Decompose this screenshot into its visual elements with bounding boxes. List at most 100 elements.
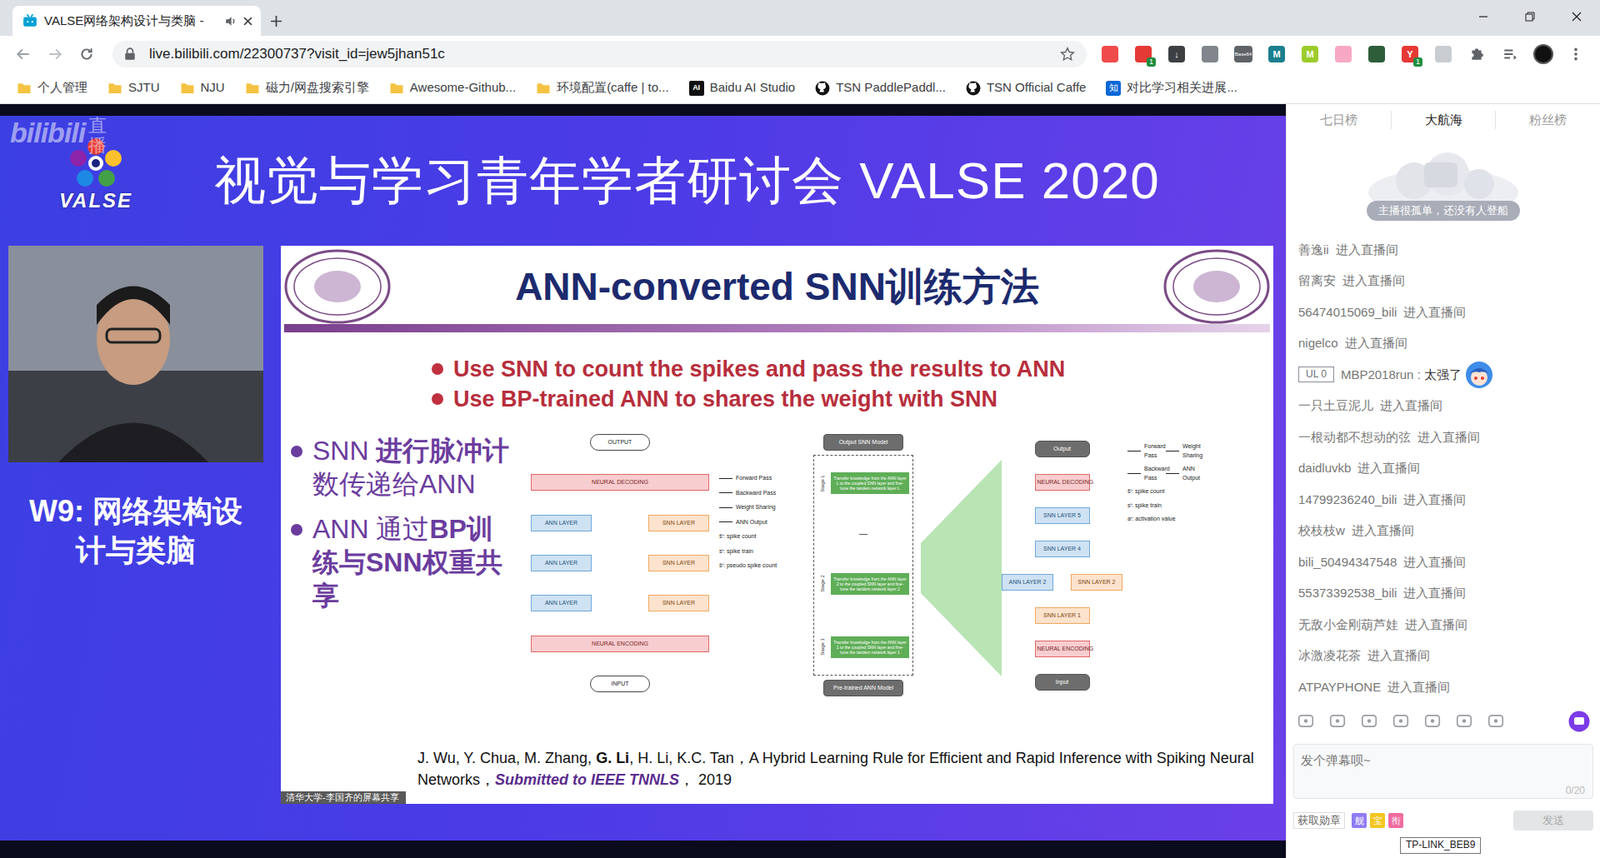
user-name[interactable]: 一根动都不想动的弦 (1298, 428, 1411, 448)
stage-box: Transfer knowledge from the ANN layer 2 … (830, 573, 910, 596)
star-icon[interactable] (1060, 46, 1075, 62)
diagram-node: Output (1035, 440, 1090, 458)
bookmark[interactable]: 磁力/网盘搜索引擎 (245, 78, 370, 98)
bookmark-label: TSN PaddlePaddl... (835, 78, 946, 98)
user-name[interactable]: 校枝枝w (1298, 521, 1345, 541)
watermark-label: 直播 (88, 115, 107, 156)
chat-toolbar (1286, 702, 1600, 741)
chat-message: 无敌小金刚葫芦娃进入直播间 (1286, 609, 1600, 641)
fan-badge[interactable]: 衔 (1388, 813, 1404, 829)
rank-tab[interactable]: 七日榜 (1286, 110, 1391, 130)
close-tab-icon[interactable] (243, 16, 253, 26)
bookmark[interactable]: 环境配置(caffe | to... (535, 78, 670, 98)
extension-button[interactable] (1460, 40, 1494, 69)
diagram-row: INPUT (530, 675, 710, 693)
edit-icon[interactable] (1455, 712, 1474, 731)
emoji-icon[interactable] (1296, 712, 1315, 731)
tooltip: TP-LINK_BEB9 (1400, 837, 1481, 855)
gift-icon[interactable] (1360, 712, 1379, 731)
user-name[interactable]: 56474015069_bili (1298, 303, 1397, 323)
extension-button[interactable]: Y1 (1393, 40, 1427, 69)
fan-badge[interactable]: 宝 (1370, 813, 1385, 829)
back-icon[interactable] (7, 40, 40, 69)
user-name[interactable]: bili_50494347548 (1298, 553, 1397, 573)
user-name[interactable]: 冰激凌花茶 (1298, 646, 1361, 666)
send-button[interactable]: 发送 (1513, 810, 1594, 831)
browser-tab[interactable]: VALSE网络架构设计与类脑 - (12, 5, 261, 36)
message-text: 太强了 (1424, 365, 1462, 385)
extension-button[interactable]: ↓ (1160, 40, 1194, 69)
sticker-avatar-icon (1465, 360, 1494, 390)
node-label: Output (1053, 445, 1071, 452)
forward-icon[interactable] (39, 40, 71, 69)
screen-icon[interactable] (1391, 712, 1410, 731)
chat-panel: 七日榜大航海粉丝榜主播很孤单，还没有人登船善逸ii进入直播间留离安进入直播间56… (1285, 104, 1600, 858)
user-name[interactable]: 无敌小金刚葫芦娃 (1298, 615, 1399, 635)
extension-button[interactable] (1193, 40, 1227, 69)
chat-bubble-icon[interactable] (1568, 710, 1590, 733)
user-name[interactable]: 一只土豆泥儿 (1298, 396, 1374, 416)
user-name[interactable]: ATPAYPHONE (1298, 678, 1381, 698)
bookmark[interactable]: Awesome-Github... (389, 78, 516, 98)
bookmark[interactable]: 知对比学习相关进展... (1105, 78, 1238, 98)
message-text: 进入直播间 (1357, 459, 1420, 479)
palette-icon[interactable] (1328, 712, 1347, 731)
reload-icon[interactable] (70, 40, 103, 69)
extension-button[interactable] (1326, 40, 1360, 69)
bookmark-label: 环境配置(caffe | to... (556, 78, 670, 98)
citation-segment: J. Wu, Y. Chua, M. Zhang, (417, 750, 596, 767)
extension-button[interactable] (1426, 40, 1460, 69)
diagram-node: SNN LAYER 1 (1035, 607, 1090, 625)
flow-diagram: OutputNEURAL DECODINGSNN LAYER 5SNN LAYE… (1001, 440, 1123, 691)
bookmark[interactable]: AIBaidu AI Studio (689, 78, 796, 98)
close-window-icon[interactable] (1553, 0, 1600, 34)
user-name[interactable]: 善逸ii (1298, 240, 1330, 260)
extension-button[interactable] (1360, 40, 1394, 69)
user-name[interactable]: 55373392538_bili (1298, 584, 1397, 604)
extension-button[interactable]: M (1293, 40, 1327, 69)
extension-button[interactable]: Base64 (1226, 40, 1260, 69)
slide-header: ANN-converted SNN训练方法 (280, 245, 1274, 325)
new-tab-icon[interactable] (260, 5, 291, 36)
user-name[interactable]: nigelco (1298, 334, 1339, 354)
camera-icon[interactable] (1486, 712, 1505, 731)
fan-badge[interactable]: 舰 (1351, 813, 1367, 829)
bookmark[interactable]: SJTU (107, 78, 160, 98)
message-text: 进入直播间 (1387, 678, 1450, 698)
bookmark[interactable]: TSN PaddlePaddl... (815, 78, 946, 98)
rank-tab[interactable]: 大航海 (1390, 110, 1496, 130)
bullet: ANN 通过BP训练与SNN权重共享 (290, 512, 531, 613)
bookmark[interactable]: NJU (180, 78, 225, 98)
medal-button[interactable]: 获取勋章 (1293, 812, 1345, 830)
stage-row: Stage 1Transfer knowledge from the ANN l… (817, 628, 910, 667)
record-icon[interactable] (1423, 712, 1442, 731)
menu-icon[interactable] (1560, 40, 1592, 69)
user-name[interactable]: 留离安 (1298, 271, 1336, 291)
extension-button[interactable]: 1 (1126, 40, 1160, 69)
bookmark[interactable]: TSN Official Caffe (965, 78, 1087, 98)
message-text: 进入直播间 (1335, 240, 1399, 260)
message-text: 进入直播间 (1403, 490, 1466, 510)
folder-icon (535, 81, 551, 95)
node-label: SNN LAYER 2 (1078, 579, 1116, 585)
address-bar[interactable]: live.bilibili.com/22300737?visit_id=jew5… (112, 40, 1087, 68)
legend-line (719, 507, 733, 509)
bookmark[interactable]: 个人管理 (16, 78, 88, 98)
rank-tab[interactable]: 粉丝榜 (1495, 110, 1600, 130)
diagram-node: SNN LAYER (648, 515, 710, 532)
user-name[interactable]: MBP2018run (1340, 365, 1415, 385)
minimize-icon[interactable] (1460, 0, 1507, 34)
extension-button[interactable] (1493, 40, 1527, 69)
user-name[interactable]: daidluvkb (1298, 459, 1351, 479)
danmaku-input[interactable] (1293, 744, 1594, 800)
diagram-row: Output (1001, 440, 1123, 458)
profile-avatar[interactable] (1533, 44, 1554, 65)
extension-badge: 1 (1146, 57, 1156, 67)
stage-label-text: Stage L (819, 475, 827, 493)
user-name[interactable]: 14799236240_bili (1298, 490, 1397, 510)
maximize-icon[interactable] (1506, 0, 1554, 34)
diagram-row: SNN LAYER 4 (1001, 540, 1123, 558)
url-text[interactable]: live.bilibili.com/22300737?visit_id=jew5… (149, 43, 1060, 65)
extension-button[interactable] (1093, 40, 1127, 69)
extension-button[interactable]: M (1260, 40, 1294, 69)
